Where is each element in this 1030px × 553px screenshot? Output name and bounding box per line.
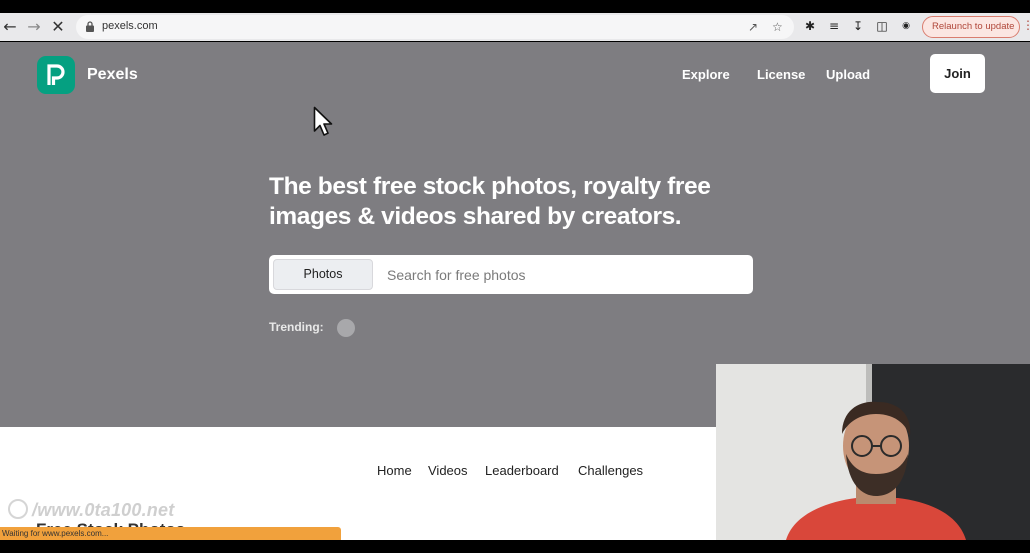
- extensions-puzzle-icon[interactable]: ✱: [802, 18, 818, 34]
- browser-status-bar: Waiting for www.pexels.com...: [0, 527, 341, 540]
- mouse-cursor-icon: [313, 106, 333, 136]
- url-text[interactable]: pexels.com: [102, 20, 158, 32]
- watermark-logo-icon: [8, 499, 28, 519]
- watermark-text: /www.0ta100.net: [32, 500, 175, 520]
- menu-kebab-icon[interactable]: ⋮: [1022, 18, 1030, 32]
- stop-icon[interactable]: ✕: [48, 17, 68, 37]
- lock-icon: [86, 21, 94, 32]
- pexels-logo[interactable]: [37, 56, 75, 94]
- nav-explore[interactable]: Explore: [682, 67, 730, 82]
- subnav-challenges[interactable]: Challenges: [578, 463, 643, 478]
- search-bar: Photos: [269, 255, 753, 294]
- nav-license[interactable]: License: [757, 67, 805, 82]
- download-icon[interactable]: ↧: [850, 18, 866, 34]
- hero-headline: The best free stock photos, royalty free…: [269, 172, 769, 232]
- relaunch-to-update-button[interactable]: Relaunch to update: [922, 16, 1020, 38]
- headline-line-1: The best free stock photos, royalty free: [269, 173, 711, 200]
- subnav-videos[interactable]: Videos: [428, 463, 468, 478]
- trending-loading-indicator: [337, 319, 355, 337]
- forward-icon[interactable]: →: [24, 17, 44, 37]
- address-bar[interactable]: pexels.com ↗ ☆: [76, 15, 794, 39]
- subnav-home[interactable]: Home: [377, 463, 412, 478]
- side-panel-icon[interactable]: ◫: [874, 18, 890, 34]
- join-button[interactable]: Join: [930, 54, 985, 93]
- search-type-dropdown[interactable]: Photos: [273, 259, 373, 290]
- watermark: /www.0ta100.net: [8, 499, 174, 521]
- nav-upload[interactable]: Upload: [826, 67, 870, 82]
- brand-name[interactable]: Pexels: [87, 66, 138, 84]
- pexels-logo-icon: [47, 64, 65, 85]
- bookmark-star-icon[interactable]: ☆: [772, 20, 783, 34]
- back-icon[interactable]: ←: [0, 17, 20, 37]
- subnav-leaderboard[interactable]: Leaderboard: [485, 463, 559, 478]
- headline-line-2: images & videos shared by creators.: [269, 203, 682, 230]
- share-icon[interactable]: ↗: [748, 20, 758, 34]
- reading-list-icon[interactable]: ≡: [826, 18, 842, 34]
- search-input[interactable]: [387, 259, 742, 290]
- webcam-overlay: [716, 364, 1030, 540]
- screen: ← → ✕ pexels.com ↗ ☆ ✱ ≡ ↧ ◫ ◉ Relaunch …: [0, 0, 1030, 553]
- browser-toolbar: ← → ✕ pexels.com ↗ ☆ ✱ ≡ ↧ ◫ ◉ Relaunch …: [0, 13, 1030, 41]
- profile-avatar-icon[interactable]: ◉: [898, 18, 914, 34]
- trending-label: Trending:: [269, 320, 324, 334]
